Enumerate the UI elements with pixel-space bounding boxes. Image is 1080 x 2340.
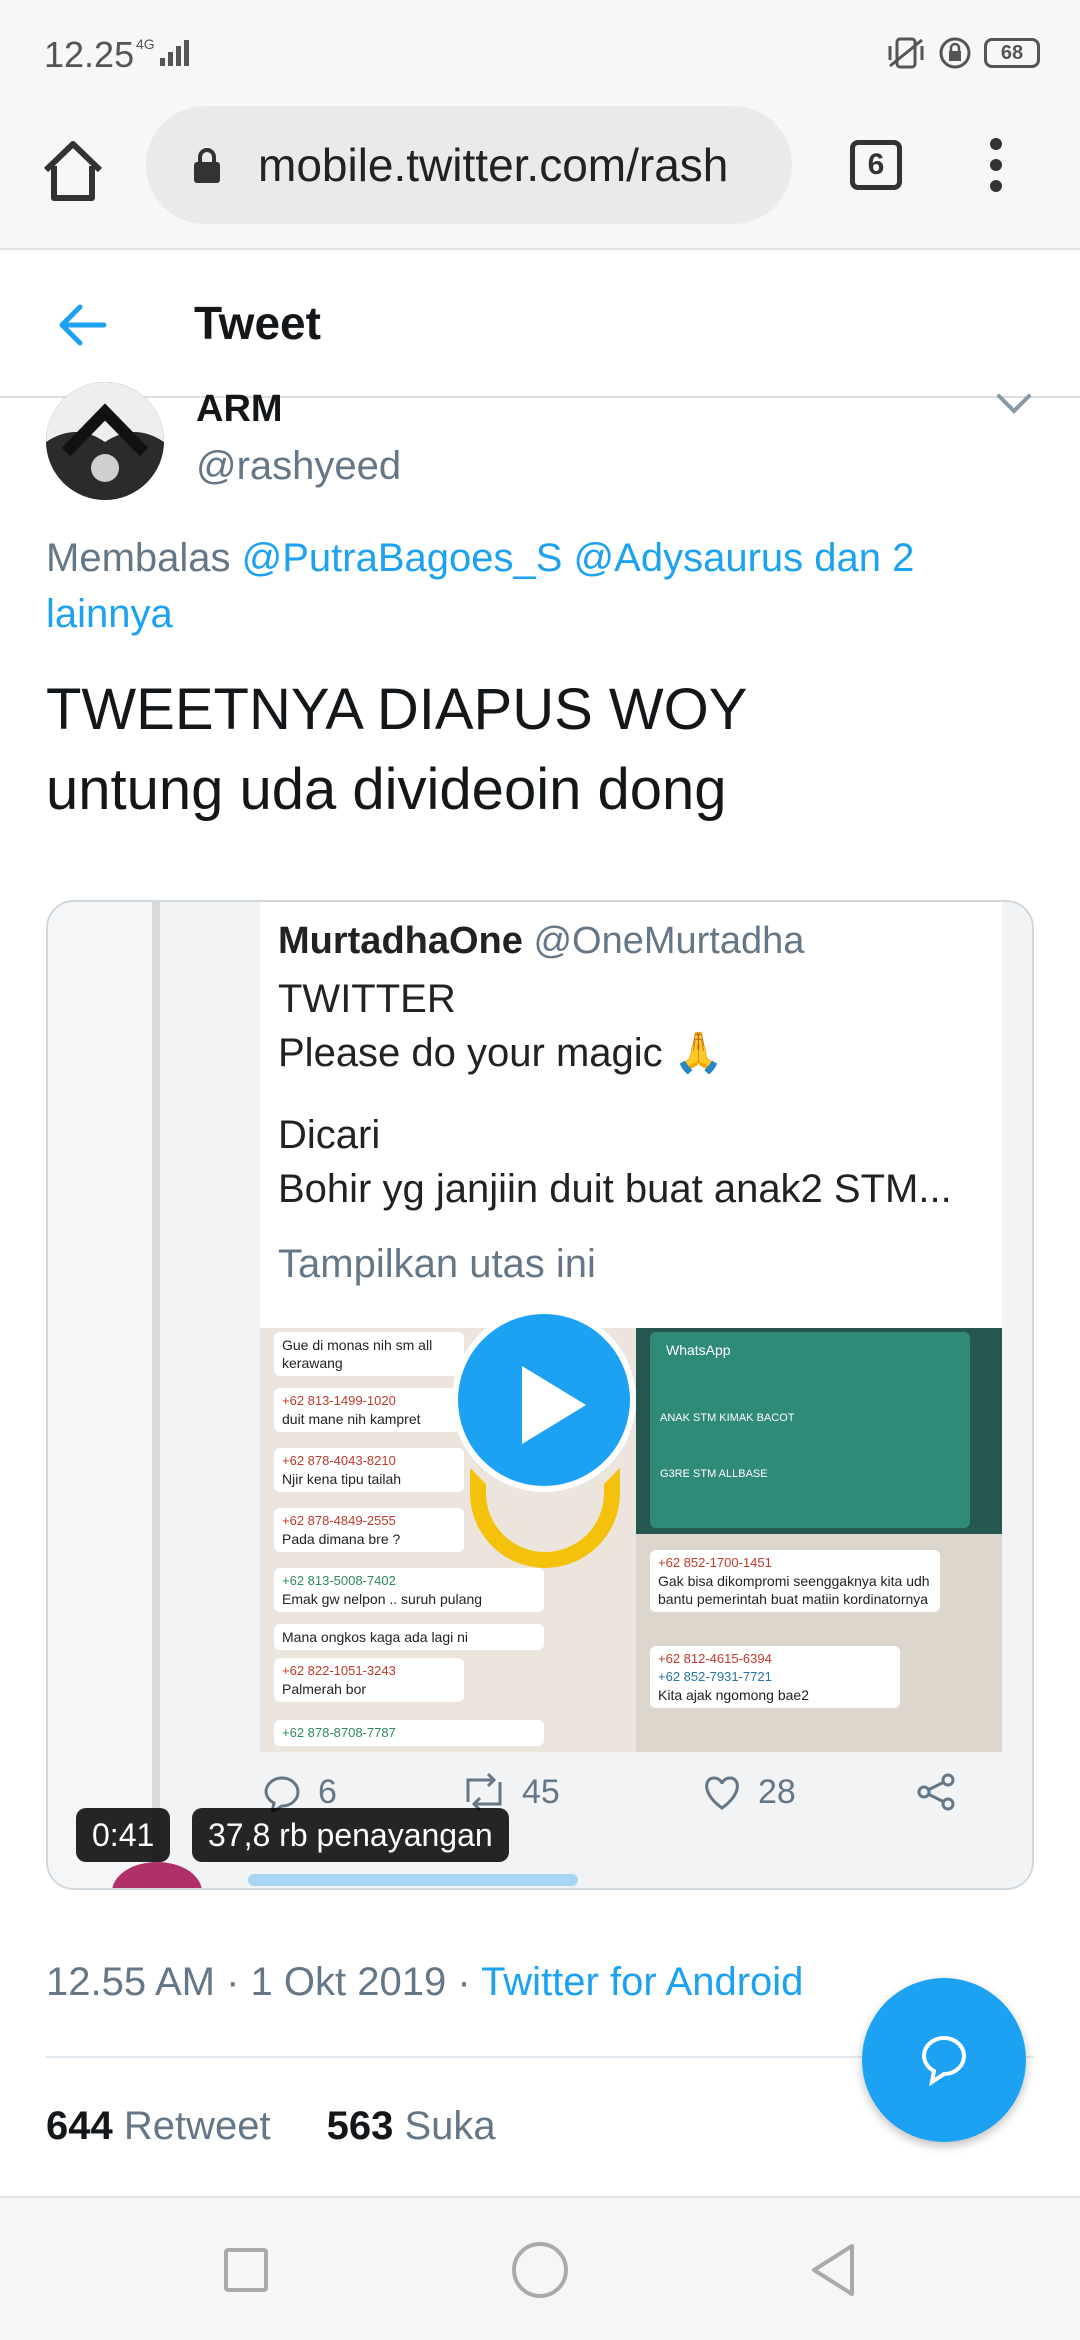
chevron-down-icon[interactable] bbox=[996, 392, 1032, 416]
embedded-peek-text bbox=[248, 1874, 578, 1886]
status-indicators: 68 bbox=[886, 36, 1040, 70]
back-nav-icon[interactable] bbox=[808, 2242, 858, 2298]
share-icon bbox=[917, 1773, 955, 1811]
like-label[interactable]: Suka bbox=[405, 2104, 496, 2148]
media-left-margin bbox=[48, 902, 158, 1888]
chat-bubble: +62 878-8708-7787 bbox=[274, 1720, 544, 1746]
chat-screenshot-right: WhatsApp ANAK STM KIMAK BACOT G3RE STM A… bbox=[636, 1328, 1002, 1752]
page-title: Tweet bbox=[194, 297, 321, 349]
tweet-source-link[interactable]: Twitter for Android bbox=[481, 1960, 803, 2004]
play-icon bbox=[522, 1366, 586, 1444]
media-divider bbox=[152, 902, 160, 1888]
retweet-label[interactable]: Retweet bbox=[124, 2104, 271, 2148]
embedded-tweet-body: TWITTER Please do your magic 🙏 Dicari Bo… bbox=[278, 972, 998, 1216]
video-duration-badge: 0:41 bbox=[76, 1808, 171, 1862]
chat-bubble: +62 878-4043-8210 Njir kena tipu tailah bbox=[274, 1448, 464, 1492]
whatsapp-chat-row: G3RE STM ALLBASE bbox=[660, 1468, 768, 1480]
home-icon[interactable] bbox=[38, 136, 108, 206]
chat-bubble: +62 812-4615-6394 +62 852-7931-7721 Kita a… bbox=[650, 1646, 900, 1708]
lock-icon bbox=[194, 148, 220, 183]
more-vert-icon[interactable] bbox=[984, 138, 1008, 194]
chat-bubble: +62 822-1051-3243 Palmerah bor bbox=[274, 1658, 464, 1702]
chat-bubble: Gue di monas nih sm all kerawang bbox=[274, 1332, 464, 1376]
author-name[interactable]: ARM bbox=[196, 388, 283, 431]
retweet-icon bbox=[466, 1772, 502, 1812]
video-views-badge: 37,8 rb penayangan bbox=[192, 1808, 509, 1862]
compose-reply-button[interactable] bbox=[862, 1978, 1026, 2142]
browser-toolbar: mobile.twitter.com/rash 6 bbox=[0, 100, 1080, 250]
embedded-line2: Please do your magic 🙏 bbox=[278, 1031, 724, 1075]
whatsapp-chat-row: ANAK STM KIMAK BACOT bbox=[660, 1412, 795, 1424]
embedded-author-name: MurtadhaOne bbox=[278, 920, 523, 962]
system-nav-bar bbox=[0, 2196, 1080, 2340]
home-nav-button[interactable] bbox=[512, 2242, 568, 2298]
embedded-show-thread: Tampilkan utas ini bbox=[278, 1242, 596, 1286]
whatsapp-screenshot: WhatsApp ANAK STM KIMAK BACOT G3RE STM A… bbox=[636, 1328, 1002, 1534]
reply-icon bbox=[264, 1776, 300, 1812]
embedded-like-count: 28 bbox=[758, 1772, 796, 1811]
back-arrow-icon[interactable] bbox=[56, 300, 108, 350]
like-count[interactable]: 563 bbox=[327, 2104, 394, 2148]
chat-bubble: +62 813-1499-1020 duit mane nih kampret bbox=[274, 1388, 464, 1432]
embedded-line3: Dicari bbox=[278, 1113, 381, 1157]
reply-context: Membalas @PutraBagoes_S @Adysaurus dan 2… bbox=[46, 530, 1006, 642]
chat-bubble: +62 852-1700-1451 Gak bisa dikompromi see… bbox=[650, 1550, 940, 1612]
author-handle[interactable]: @rashyeed bbox=[196, 444, 401, 489]
status-bar: 12.25 4G 68 bbox=[0, 0, 1080, 100]
chat-bubble: Mana ongkos kaga ada lagi ni bbox=[274, 1624, 544, 1650]
embedded-retweet-count: 45 bbox=[522, 1772, 560, 1811]
status-time: 12.25 bbox=[44, 34, 135, 75]
embedded-line1: TWITTER bbox=[278, 977, 456, 1021]
chat-bubble: +62 878-4849-2555 Pada dimana bre ? bbox=[274, 1508, 464, 1552]
embedded-line4: Bohir yg janjiin duit buat anak2 STM... bbox=[278, 1167, 952, 1211]
whatsapp-title: WhatsApp bbox=[666, 1342, 731, 1358]
network-type: 4G bbox=[136, 36, 155, 52]
embedded-author-handle: @OneMurtadha bbox=[533, 920, 805, 962]
recents-button[interactable] bbox=[224, 2248, 268, 2292]
vibrate-icon bbox=[888, 37, 924, 69]
like-icon bbox=[705, 1776, 739, 1810]
chat-bubble: +62 813-5008-7402 Emak gw nelpon .. suruh… bbox=[274, 1568, 544, 1612]
tweet-timestamp: 12.55 AM · 1 Okt 2019 · bbox=[46, 1960, 482, 2004]
embedded-author: MurtadhaOne @OneMurtadha bbox=[278, 920, 804, 963]
tweet-text-line1: TWEETNYA DIAPUS WOY bbox=[46, 677, 748, 742]
url-text: mobile.twitter.com/rash bbox=[258, 139, 729, 191]
tabs-switcher-button[interactable]: 6 bbox=[850, 140, 902, 190]
signal-icon bbox=[160, 40, 189, 66]
tweet-timestamp-line: 12.55 AM · 1 Okt 2019 · Twitter for Andr… bbox=[46, 1960, 803, 2005]
retweet-count[interactable]: 644 bbox=[46, 2104, 113, 2148]
play-button[interactable] bbox=[452, 1308, 636, 1492]
address-bar[interactable]: mobile.twitter.com/rash bbox=[146, 106, 792, 224]
tweet-text-line2: untung uda divideoin dong bbox=[46, 757, 727, 822]
tweet-text: TWEETNYA DIAPUS WOY untung uda divideoin… bbox=[46, 670, 1026, 830]
video-media-card[interactable]: MurtadhaOne @OneMurtadha TWITTER Please … bbox=[46, 900, 1034, 1890]
embedded-reply-count: 6 bbox=[318, 1772, 337, 1811]
reply-prefix: Membalas bbox=[46, 536, 231, 580]
page-header: Tweet bbox=[0, 252, 1080, 398]
tweet-stats: 644 Retweet 563 Suka bbox=[46, 2104, 496, 2149]
battery-indicator: 68 bbox=[984, 38, 1040, 68]
rotation-lock-icon bbox=[939, 37, 971, 69]
avatar-image bbox=[46, 382, 164, 500]
compose-icon bbox=[921, 2036, 966, 2087]
embedded-tweet-screenshot: MurtadhaOne @OneMurtadha TWITTER Please … bbox=[260, 902, 1002, 1752]
author-avatar[interactable] bbox=[46, 382, 164, 500]
